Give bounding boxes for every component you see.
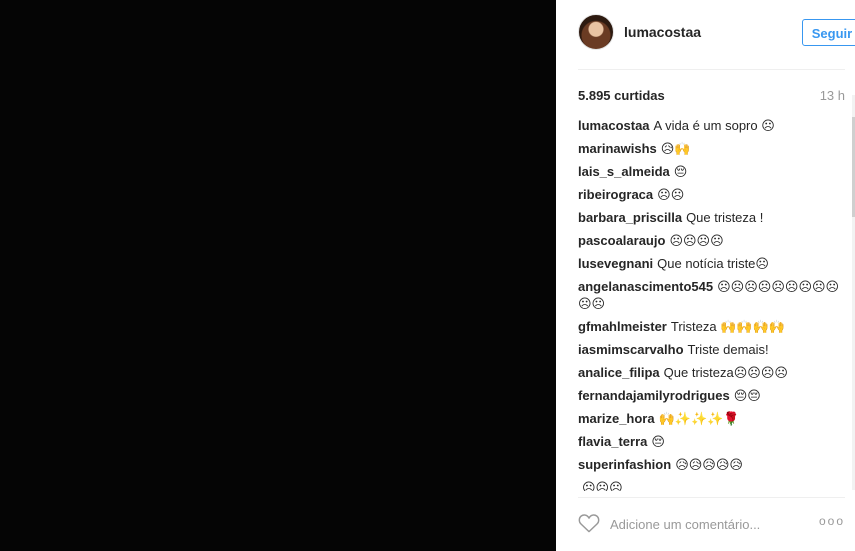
comment-username[interactable]: lais_s_almeida <box>578 164 670 179</box>
comment-text: ☹☹☹☹ <box>669 233 724 248</box>
comment-item: ribeirograca ☹☹ <box>578 186 844 203</box>
comment-item: analice_filipa Que tristeza☹☹☹☹ <box>578 364 844 381</box>
more-options-icon[interactable]: ooo <box>819 514 845 528</box>
heart-icon[interactable] <box>578 513 600 533</box>
comment-item: ☹☹☹ <box>578 479 844 491</box>
comment-username[interactable]: marize_hora <box>578 411 655 426</box>
likes-count[interactable]: 5.895 curtidas <box>578 88 665 103</box>
comment-username[interactable]: lumacostaa <box>578 118 650 133</box>
comment-text: ☹☹☹ <box>582 480 623 491</box>
comment-username[interactable]: gfmahlmeister <box>578 319 667 334</box>
post-time: 13 h <box>819 88 845 103</box>
comment-text: Triste demais! <box>687 342 769 357</box>
comment-item: iasmimscarvalho Triste demais! <box>578 341 844 358</box>
comment-item: lusevegnani Que notícia triste☹ <box>578 255 844 272</box>
comment-text: 😥😥😥😥😥 <box>675 457 743 472</box>
comment-username[interactable]: angelanascimento545 <box>578 279 713 294</box>
comments-list[interactable]: lumacostaa A vida é um sopro ☹ marinawishs… <box>578 117 844 491</box>
comment-username[interactable]: superinfashion <box>578 457 671 472</box>
comment-item: angelanascimento545 ☹☹☹☹☹☹☹☹☹☹☹ <box>578 278 844 312</box>
comment-username[interactable]: marinawishs <box>578 141 657 156</box>
comment-item: marinawishs 😥🙌 <box>578 140 844 157</box>
comment-item: marize_hora 🙌✨✨✨🌹 <box>578 410 844 427</box>
comment-item: gfmahlmeister Tristeza 🙌🙌🙌🙌 <box>578 318 844 335</box>
comment-username[interactable]: ribeirograca <box>578 187 653 202</box>
comment-text: 😔 <box>673 164 688 179</box>
comment-username[interactable]: lusevegnani <box>578 256 653 271</box>
comment-username[interactable]: analice_filipa <box>578 365 660 380</box>
comment-item: fernandajamilyrodrigues 😔😔 <box>578 387 844 404</box>
post-header: lumacostaa Seguir <box>578 14 855 52</box>
comment-text: 😔 <box>651 434 665 449</box>
comment-item: pascoalaraujo ☹☹☹☹ <box>578 232 844 249</box>
post-username[interactable]: lumacostaa <box>624 24 701 40</box>
comment-item: superinfashion 😥😥😥😥😥 <box>578 456 844 473</box>
comment-text: A vida é um sopro ☹ <box>653 118 775 133</box>
comment-input[interactable] <box>608 513 812 535</box>
comment-username[interactable]: flavia_terra <box>578 434 647 449</box>
comment-item: flavia_terra 😔 <box>578 433 844 450</box>
comment-text: Que notícia triste☹ <box>657 256 769 271</box>
comment-item: lais_s_almeida 😔 <box>578 163 844 180</box>
comment-username[interactable]: pascoalaraujo <box>578 233 665 248</box>
avatar[interactable] <box>578 14 614 50</box>
comment-username[interactable]: fernandajamilyrodrigues <box>578 388 730 403</box>
post-footer: ooo <box>578 510 845 540</box>
footer-divider <box>578 497 845 498</box>
comment-text: Que tristeza☹☹☹☹ <box>663 365 788 380</box>
post-media[interactable] <box>0 0 556 551</box>
comment-text: 😥🙌 <box>660 141 691 156</box>
post-side-panel: lumacostaa Seguir 5.895 curtidas 13 h lu… <box>556 0 855 551</box>
comment-text: 🙌✨✨✨🌹 <box>658 411 740 426</box>
follow-button[interactable]: Seguir <box>802 19 855 46</box>
comment-text: ☹☹ <box>657 187 685 202</box>
comment-text: Que tristeza ! <box>686 210 764 225</box>
comment-item: barbara_priscilla Que tristeza ! <box>578 209 844 226</box>
comment-text: 😔😔 <box>733 388 761 403</box>
comment-username[interactable]: barbara_priscilla <box>578 210 682 225</box>
comment-text: Tristeza 🙌🙌🙌🙌 <box>670 319 785 334</box>
comment-item: lumacostaa A vida é um sopro ☹ <box>578 117 844 134</box>
comment-username[interactable]: iasmimscarvalho <box>578 342 684 357</box>
header-divider <box>578 69 845 70</box>
